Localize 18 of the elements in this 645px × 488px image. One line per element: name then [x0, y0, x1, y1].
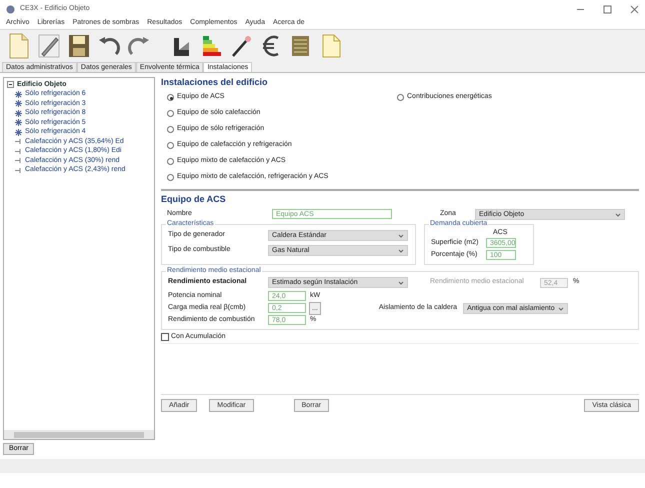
snowflake-icon: [15, 110, 22, 117]
snowflake-icon: [15, 128, 22, 136]
snowflake-icon: [15, 100, 22, 108]
save-icon[interactable]: [66, 32, 92, 60]
connector-icon: [15, 157, 22, 164]
connector-icon: [15, 166, 22, 174]
close-icon[interactable]: [630, 4, 639, 14]
snowflake-icon: [15, 90, 22, 98]
collapse-icon[interactable]: [7, 81, 14, 88]
maximize-icon[interactable]: [603, 4, 612, 14]
pencil-icon[interactable]: [36, 32, 62, 60]
section-title: Instalaciones del edificio: [161, 76, 269, 89]
snowflake-icon: [15, 119, 22, 126]
section-title: Equipo de ACS: [161, 192, 227, 206]
connector-icon: [15, 138, 22, 146]
app-icon: [6, 4, 15, 14]
connector-icon: [15, 148, 22, 155]
horizontal-scrollbar[interactable]: [4, 430, 154, 439]
